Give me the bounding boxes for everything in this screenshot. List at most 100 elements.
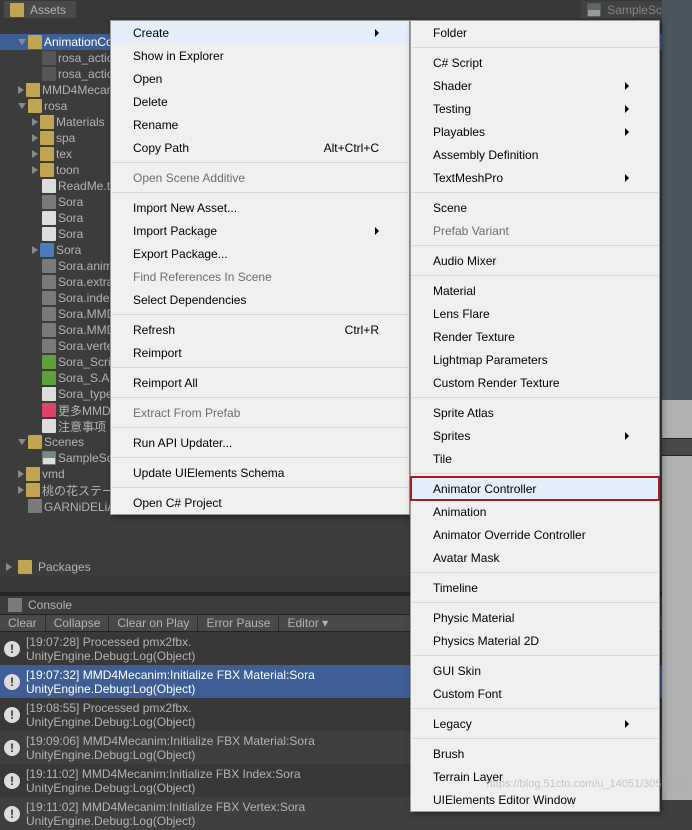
expand-icon[interactable] bbox=[18, 86, 24, 94]
menu-item-avatar-mask[interactable]: Avatar Mask bbox=[411, 546, 659, 569]
menu-item-reimport-all[interactable]: Reimport All bbox=[111, 371, 409, 394]
menu-item-playables[interactable]: Playables bbox=[411, 120, 659, 143]
menu-item-label: Testing bbox=[433, 102, 471, 116]
expand-icon[interactable] bbox=[32, 246, 38, 254]
menu-item-timeline[interactable]: Timeline bbox=[411, 576, 659, 599]
menu-item-refresh[interactable]: RefreshCtrl+R bbox=[111, 318, 409, 341]
clear-on-play-button[interactable]: Clear on Play bbox=[109, 615, 198, 631]
menu-separator bbox=[112, 367, 408, 368]
menu-item-copy-path[interactable]: Copy PathAlt+Ctrl+C bbox=[111, 136, 409, 159]
menu-item-brush[interactable]: Brush bbox=[411, 742, 659, 765]
clear-button[interactable]: Clear bbox=[0, 615, 46, 631]
generic-icon bbox=[42, 291, 56, 305]
scene-view[interactable] bbox=[662, 0, 692, 800]
menu-item-export-package[interactable]: Export Package... bbox=[111, 242, 409, 265]
menu-item-physics-material-2d[interactable]: Physics Material 2D bbox=[411, 629, 659, 652]
spacer bbox=[32, 230, 40, 238]
expand-icon[interactable] bbox=[32, 166, 38, 174]
menu-item-open[interactable]: Open bbox=[111, 67, 409, 90]
editor-dropdown[interactable]: Editor ▾ bbox=[279, 615, 336, 631]
scene-toolbar bbox=[662, 438, 692, 456]
menu-item-label: Create bbox=[133, 26, 169, 40]
generic-icon bbox=[28, 499, 42, 513]
expand-icon[interactable] bbox=[32, 118, 38, 126]
expand-icon[interactable] bbox=[18, 486, 24, 494]
menu-item-run-api-updater[interactable]: Run API Updater... bbox=[111, 431, 409, 454]
menu-item-lens-flare[interactable]: Lens Flare bbox=[411, 302, 659, 325]
menu-item-label: Import Package bbox=[133, 224, 217, 238]
menu-item-delete[interactable]: Delete bbox=[111, 90, 409, 113]
info-icon: ! bbox=[4, 707, 20, 723]
menu-separator bbox=[412, 47, 658, 48]
menu-item-rename[interactable]: Rename bbox=[111, 113, 409, 136]
menu-item-update-uielements-schema[interactable]: Update UIElements Schema bbox=[111, 461, 409, 484]
menu-item-scene[interactable]: Scene bbox=[411, 196, 659, 219]
menu-item-custom-font[interactable]: Custom Font bbox=[411, 682, 659, 705]
menu-separator bbox=[412, 738, 658, 739]
folder-icon bbox=[26, 467, 40, 481]
menu-separator bbox=[412, 655, 658, 656]
menu-item-extract-from-prefab: Extract From Prefab bbox=[111, 401, 409, 424]
collapse-button[interactable]: Collapse bbox=[46, 615, 110, 631]
menu-item-textmeshpro[interactable]: TextMeshPro bbox=[411, 166, 659, 189]
menu-item-render-texture[interactable]: Render Texture bbox=[411, 325, 659, 348]
label: Materials bbox=[56, 115, 105, 129]
menu-item-sprite-atlas[interactable]: Sprite Atlas bbox=[411, 401, 659, 424]
menu-item-folder[interactable]: Folder bbox=[411, 21, 659, 44]
menu-item-label: Select Dependencies bbox=[133, 293, 246, 307]
menu-item-reimport[interactable]: Reimport bbox=[111, 341, 409, 364]
menu-item-import-new-asset[interactable]: Import New Asset... bbox=[111, 196, 409, 219]
expand-icon[interactable] bbox=[18, 470, 24, 478]
menu-item-animator-override-controller[interactable]: Animator Override Controller bbox=[411, 523, 659, 546]
context-menu-asset[interactable]: Create Show in ExplorerOpenDelete Rename Co… bbox=[110, 20, 410, 515]
menu-item-label: UIElements Editor Window bbox=[433, 793, 576, 807]
menu-item-open-scene-additive: Open Scene Additive bbox=[111, 166, 409, 189]
menu-item-open-c-project[interactable]: Open C# Project bbox=[111, 491, 409, 514]
menu-item-label: Timeline bbox=[433, 581, 478, 595]
menu-item-select-dependencies[interactable]: Select Dependencies bbox=[111, 288, 409, 311]
menu-item-uielements-editor-window[interactable]: UIElements Editor Window bbox=[411, 788, 659, 811]
doc-icon bbox=[42, 419, 56, 433]
menu-item-legacy[interactable]: Legacy bbox=[411, 712, 659, 735]
menu-item-lightmap-parameters[interactable]: Lightmap Parameters bbox=[411, 348, 659, 371]
doc-icon bbox=[42, 179, 56, 193]
menu-item-custom-render-texture[interactable]: Custom Render Texture bbox=[411, 371, 659, 394]
label: Console bbox=[28, 598, 72, 612]
expand-icon[interactable] bbox=[18, 39, 26, 45]
expand-icon[interactable] bbox=[18, 439, 26, 445]
menu-item-shader[interactable]: Shader bbox=[411, 74, 659, 97]
menu-item-gui-skin[interactable]: GUI Skin bbox=[411, 659, 659, 682]
menu-item-label: Open Scene Additive bbox=[133, 171, 245, 185]
label: Sora bbox=[56, 243, 81, 257]
menu-item-label: Physics Material 2D bbox=[433, 634, 539, 648]
menu-item-import-package[interactable]: Import Package bbox=[111, 219, 409, 242]
menu-item-material[interactable]: Material bbox=[411, 279, 659, 302]
expand-icon[interactable] bbox=[6, 563, 12, 571]
menu-item-animator-controller[interactable]: Animator Controller bbox=[411, 477, 659, 500]
menu-item-create[interactable]: Create bbox=[111, 21, 409, 44]
anim-icon bbox=[42, 67, 56, 81]
menu-item-sprites[interactable]: Sprites bbox=[411, 424, 659, 447]
info-icon: ! bbox=[4, 740, 20, 756]
menu-item-show-in-explorer[interactable]: Show in Explorer bbox=[111, 44, 409, 67]
expand-icon[interactable] bbox=[32, 134, 38, 142]
menu-item-assembly-definition[interactable]: Assembly Definition bbox=[411, 143, 659, 166]
menu-item-audio-mixer[interactable]: Audio Mixer bbox=[411, 249, 659, 272]
expand-icon[interactable] bbox=[18, 103, 26, 109]
panel-tabs: Assets SampleScene bbox=[0, 0, 692, 18]
label: toon bbox=[56, 163, 79, 177]
error-pause-button[interactable]: Error Pause bbox=[198, 615, 279, 631]
menu-item-animation[interactable]: Animation bbox=[411, 500, 659, 523]
context-menu-create[interactable]: Folder C# ScriptShader Testing PlayablesAss… bbox=[410, 20, 660, 812]
menu-item-prefab-variant: Prefab Variant bbox=[411, 219, 659, 242]
menu-item-label: Rename bbox=[133, 118, 178, 132]
expand-icon[interactable] bbox=[32, 150, 38, 158]
submenu-arrow-icon bbox=[625, 105, 629, 113]
menu-item-c-script[interactable]: C# Script bbox=[411, 51, 659, 74]
menu-item-testing[interactable]: Testing bbox=[411, 97, 659, 120]
menu-item-physic-material[interactable]: Physic Material bbox=[411, 606, 659, 629]
tab-assets[interactable]: Assets bbox=[4, 1, 76, 18]
menu-item-label: Find References In Scene bbox=[133, 270, 272, 284]
menu-item-tile[interactable]: Tile bbox=[411, 447, 659, 470]
menu-separator bbox=[112, 314, 408, 315]
